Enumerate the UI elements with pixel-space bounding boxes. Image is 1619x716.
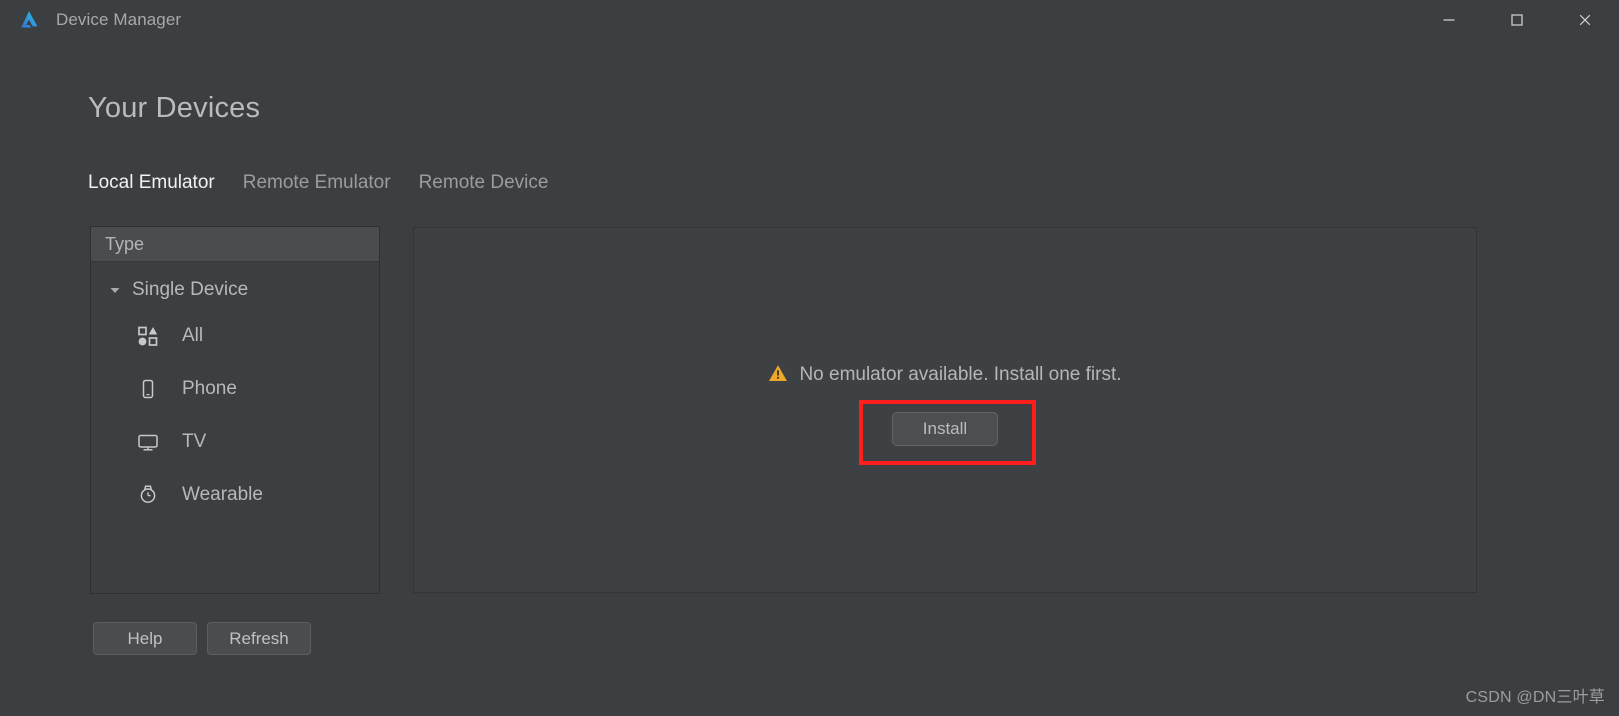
sidebar-header: Type <box>91 227 379 262</box>
refresh-button[interactable]: Refresh <box>207 622 311 655</box>
maximize-icon <box>1511 14 1523 26</box>
title-bar: Device Manager <box>0 0 1619 40</box>
sidebar-item-label: All <box>182 324 204 346</box>
sidebar-item-wearable[interactable]: Wearable <box>91 468 379 521</box>
window-title: Device Manager <box>56 10 182 29</box>
tab-bar: Local Emulator Remote Emulator Remote De… <box>88 172 548 196</box>
install-button[interactable]: Install <box>892 411 998 446</box>
warning-triangle-icon <box>768 363 788 388</box>
sidebar-group-label: Single Device <box>132 279 249 300</box>
sidebar-header-label: Type <box>105 233 145 254</box>
device-list-panel: No emulator available. Install one first… <box>413 227 1477 593</box>
sidebar-group-single-device[interactable]: Single Device <box>91 271 379 309</box>
minimize-button[interactable] <box>1415 0 1483 40</box>
sidebar-body: Single Device All Phone TV Wearable <box>91 262 379 593</box>
phone-icon <box>136 377 160 401</box>
type-sidebar: Type Single Device All Phone TV Wearable <box>90 226 380 594</box>
footer-button-bar: Help Refresh <box>93 622 311 655</box>
tab-remote-device[interactable]: Remote Device <box>419 172 549 196</box>
device-manager-window: Device Manager Your Devices Local Emulat… <box>0 0 1619 716</box>
sidebar-item-all[interactable]: All <box>91 309 379 362</box>
deveco-logo-icon <box>16 7 42 33</box>
sidebar-item-tv[interactable]: TV <box>91 415 379 468</box>
tab-remote-emulator[interactable]: Remote Emulator <box>243 172 391 196</box>
close-icon <box>1579 14 1591 26</box>
install-button-wrapper: Install <box>892 411 998 446</box>
help-button[interactable]: Help <box>93 622 197 655</box>
empty-state-message: No emulator available. Install one first… <box>768 363 1122 388</box>
sidebar-item-label: Phone <box>182 377 237 399</box>
minimize-icon <box>1443 19 1455 21</box>
maximize-button[interactable] <box>1483 0 1551 40</box>
watch-icon <box>136 483 160 507</box>
watermark-text: CSDN @DN三叶草 <box>1465 689 1605 706</box>
sidebar-item-label: TV <box>182 430 207 452</box>
tab-local-emulator[interactable]: Local Emulator <box>88 172 215 196</box>
sidebar-item-phone[interactable]: Phone <box>91 362 379 415</box>
window-controls <box>1415 0 1619 40</box>
sidebar-item-label: Wearable <box>182 483 263 505</box>
empty-state-text: No emulator available. Install one first… <box>799 364 1122 385</box>
page-title: Your Devices <box>88 92 261 124</box>
caret-down-icon[interactable] <box>108 283 122 297</box>
close-button[interactable] <box>1551 0 1619 40</box>
tv-icon <box>136 430 160 454</box>
shapes-grid-icon <box>136 324 160 348</box>
